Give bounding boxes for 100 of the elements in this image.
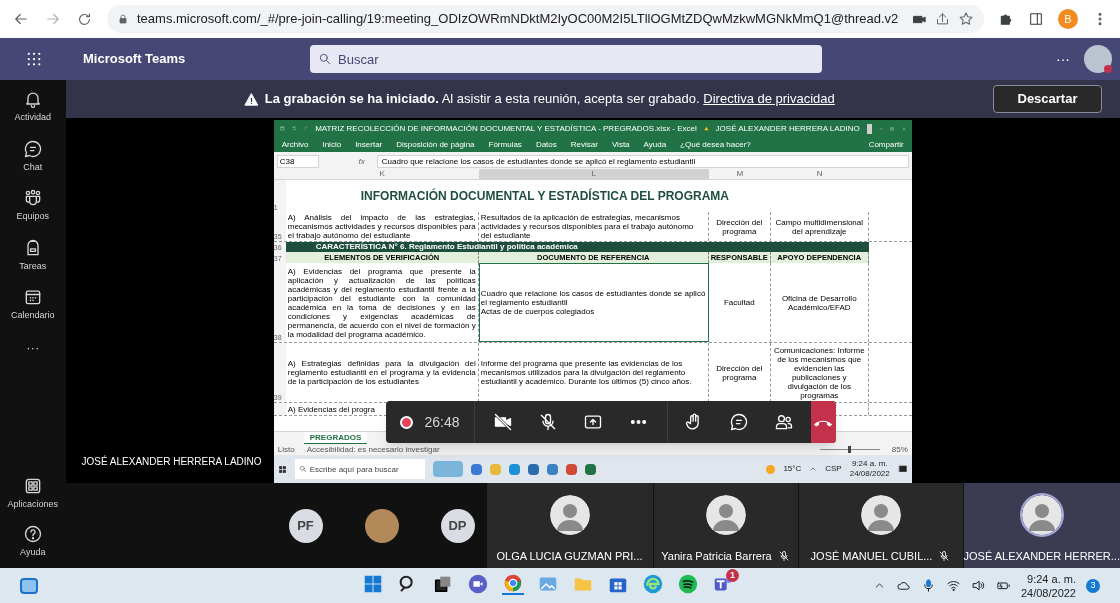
table-cell-text: Informe del programa que presente las evidencias de los mecanismos utilizados para la divulgación del reglamento estudiantil y académico. Durante los últimos (5) cinco años.: [480, 359, 693, 386]
taskbar-app-icon[interactable]: [584, 463, 596, 475]
ribbon-tab[interactable]: Insertar: [355, 138, 383, 151]
table-cell: A) Análisis del impacto de las estrategias, mecanismos actividades y recursos disponibles para el trabajo autónomo del estudiante: [287, 213, 476, 240]
participant-tile[interactable]: JOSÉ ALEXANDER HERRER...: [962, 483, 1120, 568]
avatar-silhouette-icon: [1021, 495, 1062, 535]
app-bar-item[interactable]: Equipos: [0, 185, 65, 227]
chat-icon: [22, 138, 43, 159]
column-header[interactable]: K: [285, 169, 479, 179]
widgets-icon[interactable]: [20, 577, 38, 594]
more-apps-button[interactable]: ···: [26, 337, 40, 357]
video-chat-icon[interactable]: [467, 573, 489, 595]
clock-time[interactable]: 9:24 a. m.: [851, 459, 888, 469]
table-cell-text: Dirección del programa: [715, 217, 764, 236]
camera-off-icon: [493, 412, 514, 432]
star-icon[interactable]: [958, 11, 974, 27]
avatar-silhouette-icon: [549, 495, 590, 535]
app-bar-item[interactable]: Tareas: [0, 234, 65, 276]
function-label[interactable]: fx: [324, 155, 371, 168]
notification-count[interactable]: 3: [1086, 578, 1100, 593]
clock-date[interactable]: 24/08/2022: [849, 469, 890, 479]
more-options-icon: [630, 420, 646, 424]
name-box[interactable]: C38: [276, 155, 319, 168]
ribbon-tab[interactable]: Disposición de página: [396, 138, 475, 151]
reload-icon[interactable]: [76, 10, 93, 28]
zoom-slider-thumb[interactable]: [848, 446, 852, 453]
browser-icon[interactable]: [502, 573, 524, 595]
ribbon-tab[interactable]: Fórmulas: [488, 138, 522, 151]
chevron-up-icon[interactable]: [809, 465, 818, 473]
avatar-photo-placeholder[interactable]: [364, 508, 399, 543]
warning-icon: [703, 124, 709, 133]
windows-logo-icon[interactable]: [277, 464, 287, 474]
taskbar-app-icon[interactable]: [527, 463, 539, 475]
taskbar-app-icon[interactable]: [565, 463, 577, 475]
taskbar-app-icon[interactable]: [546, 463, 558, 475]
app-bar-item[interactable]: Chat: [0, 135, 65, 177]
puzzle-icon[interactable]: [998, 11, 1014, 27]
section-band: CARACTERÍSTICA N° 6. Reglamento Estudiantil y política académica: [285, 242, 869, 252]
ribbon-tab[interactable]: Vista: [611, 138, 630, 151]
hang-up-button[interactable]: [810, 401, 836, 443]
app-bar-item[interactable]: Calendario: [0, 284, 65, 326]
music-app-icon[interactable]: [677, 573, 699, 595]
table-cell-text: Resultados de la aplicación de estrategias, mecanismos actividades y recursos disponibles para el trabajo autónomo del estudiante: [480, 213, 695, 240]
participant-tile[interactable]: Yanira Patricia Barrera: [652, 483, 798, 568]
search-field[interactable]: Buscar: [310, 45, 822, 73]
warning-icon: [243, 91, 259, 107]
ribbon-tab[interactable]: Ayuda: [643, 138, 667, 151]
speaker-icon[interactable]: [970, 578, 986, 593]
ribbon-tab[interactable]: Inicio: [322, 138, 342, 151]
taskbar-app-icon[interactable]: [508, 463, 520, 475]
sheet-tab[interactable]: PREGRADOS: [303, 431, 368, 445]
weather-text[interactable]: 15°C: [783, 463, 802, 475]
dismiss-button[interactable]: Descartar: [993, 85, 1102, 113]
language-indicator[interactable]: CSP: [825, 463, 842, 475]
table-cell: Comunicaciones: Informe de los mecanismos que evidencien las publicaciones y divulgación de los programas: [772, 345, 866, 400]
ribbon-tab[interactable]: Datos: [535, 138, 557, 151]
participant-tile[interactable]: JOSÉ MANUEL CUBIL...: [797, 483, 963, 568]
participant-name: Yanira Patricia Barrera: [661, 548, 772, 564]
avatar-silhouette-icon: [860, 495, 901, 535]
recording-notice: La grabación se ha iniciado. Al asistir a esta reunión, acepta ser grabado. Directiva de privacidad: [264, 90, 835, 109]
account-picture[interactable]: [866, 123, 872, 134]
ribbon-tab[interactable]: Archivo: [281, 138, 309, 151]
formula-field[interactable]: Cuadro que relacione los casos de estudiantes donde se aplicó el reglamento estudiantil: [376, 155, 909, 168]
participants-icon: [774, 412, 795, 432]
app-bar-item[interactable]: Ayuda: [0, 520, 65, 562]
table-cell-text: Oficina de Desarrollo Académico/EFAD: [780, 293, 858, 312]
wifi-icon[interactable]: [945, 578, 961, 593]
column-header[interactable]: L: [478, 169, 709, 179]
more-button[interactable]: ···: [1056, 48, 1070, 70]
ribbon-tab[interactable]: Revisar: [570, 138, 598, 151]
search-icon: [298, 465, 307, 473]
app-bar-item[interactable]: Actividad: [0, 86, 65, 128]
participant-avatar[interactable]: PF: [288, 508, 323, 543]
table-cell-text: Campo multidimensional del aprendizaje: [774, 217, 865, 236]
chat-icon: [729, 412, 750, 432]
help-icon: [22, 523, 43, 544]
zoom-level[interactable]: 85%: [891, 444, 908, 455]
taskbar-app-icon[interactable]: [470, 463, 482, 475]
share-button[interactable]: Compartir: [868, 138, 904, 151]
column-header[interactable]: N: [770, 169, 869, 179]
start-icon[interactable]: [362, 573, 384, 595]
table-cell: A) Estrategias definidas para la divulgación del reglamento estudiantil en el programa y la evidencia de la participación de los estudiantes: [287, 359, 476, 386]
browser-icon[interactable]: [642, 573, 664, 595]
window-title: MATRIZ RECOLECCIÓN DE INFORMACIÓN DOCUMENTAL Y ESTADÍSTICA - PREGRADOS.xlsx - Excel: [315, 122, 697, 135]
lock-icon: [117, 13, 129, 25]
participant-avatar[interactable]: DP: [440, 508, 475, 543]
user-avatar[interactable]: [1084, 45, 1112, 73]
column-header[interactable]: M: [708, 169, 771, 179]
address-bar[interactable]: teams.microsoft.com/_#/pre-join-calling/19:meeting_ODIzOWRmNDktM2IyOC00M2I5LTllOGMtZDQwMzkwMGNkMmQ1@thread.v2: [107, 5, 984, 33]
clock[interactable]: 9:24 a. m. 24/08/2022: [1020, 571, 1076, 600]
tell-me-field[interactable]: ¿Qué desea hacer?: [680, 138, 751, 151]
participant-tile[interactable]: OLGA LUCIA GUZMAN PRI...: [485, 483, 653, 568]
accessibility-status[interactable]: Accesibilidad: es necesario investigar: [306, 444, 440, 455]
share-icon[interactable]: [935, 11, 950, 27]
taskbar-search-field[interactable]: Escribe aquí para buscar: [294, 459, 425, 479]
privacy-link[interactable]: Directiva de privacidad: [703, 91, 835, 107]
side-panel-icon[interactable]: [1028, 11, 1044, 27]
notification-icon[interactable]: [897, 464, 908, 474]
app-launcher-icon[interactable]: [25, 50, 43, 68]
app-bar-item[interactable]: Aplicaciones: [0, 473, 65, 515]
